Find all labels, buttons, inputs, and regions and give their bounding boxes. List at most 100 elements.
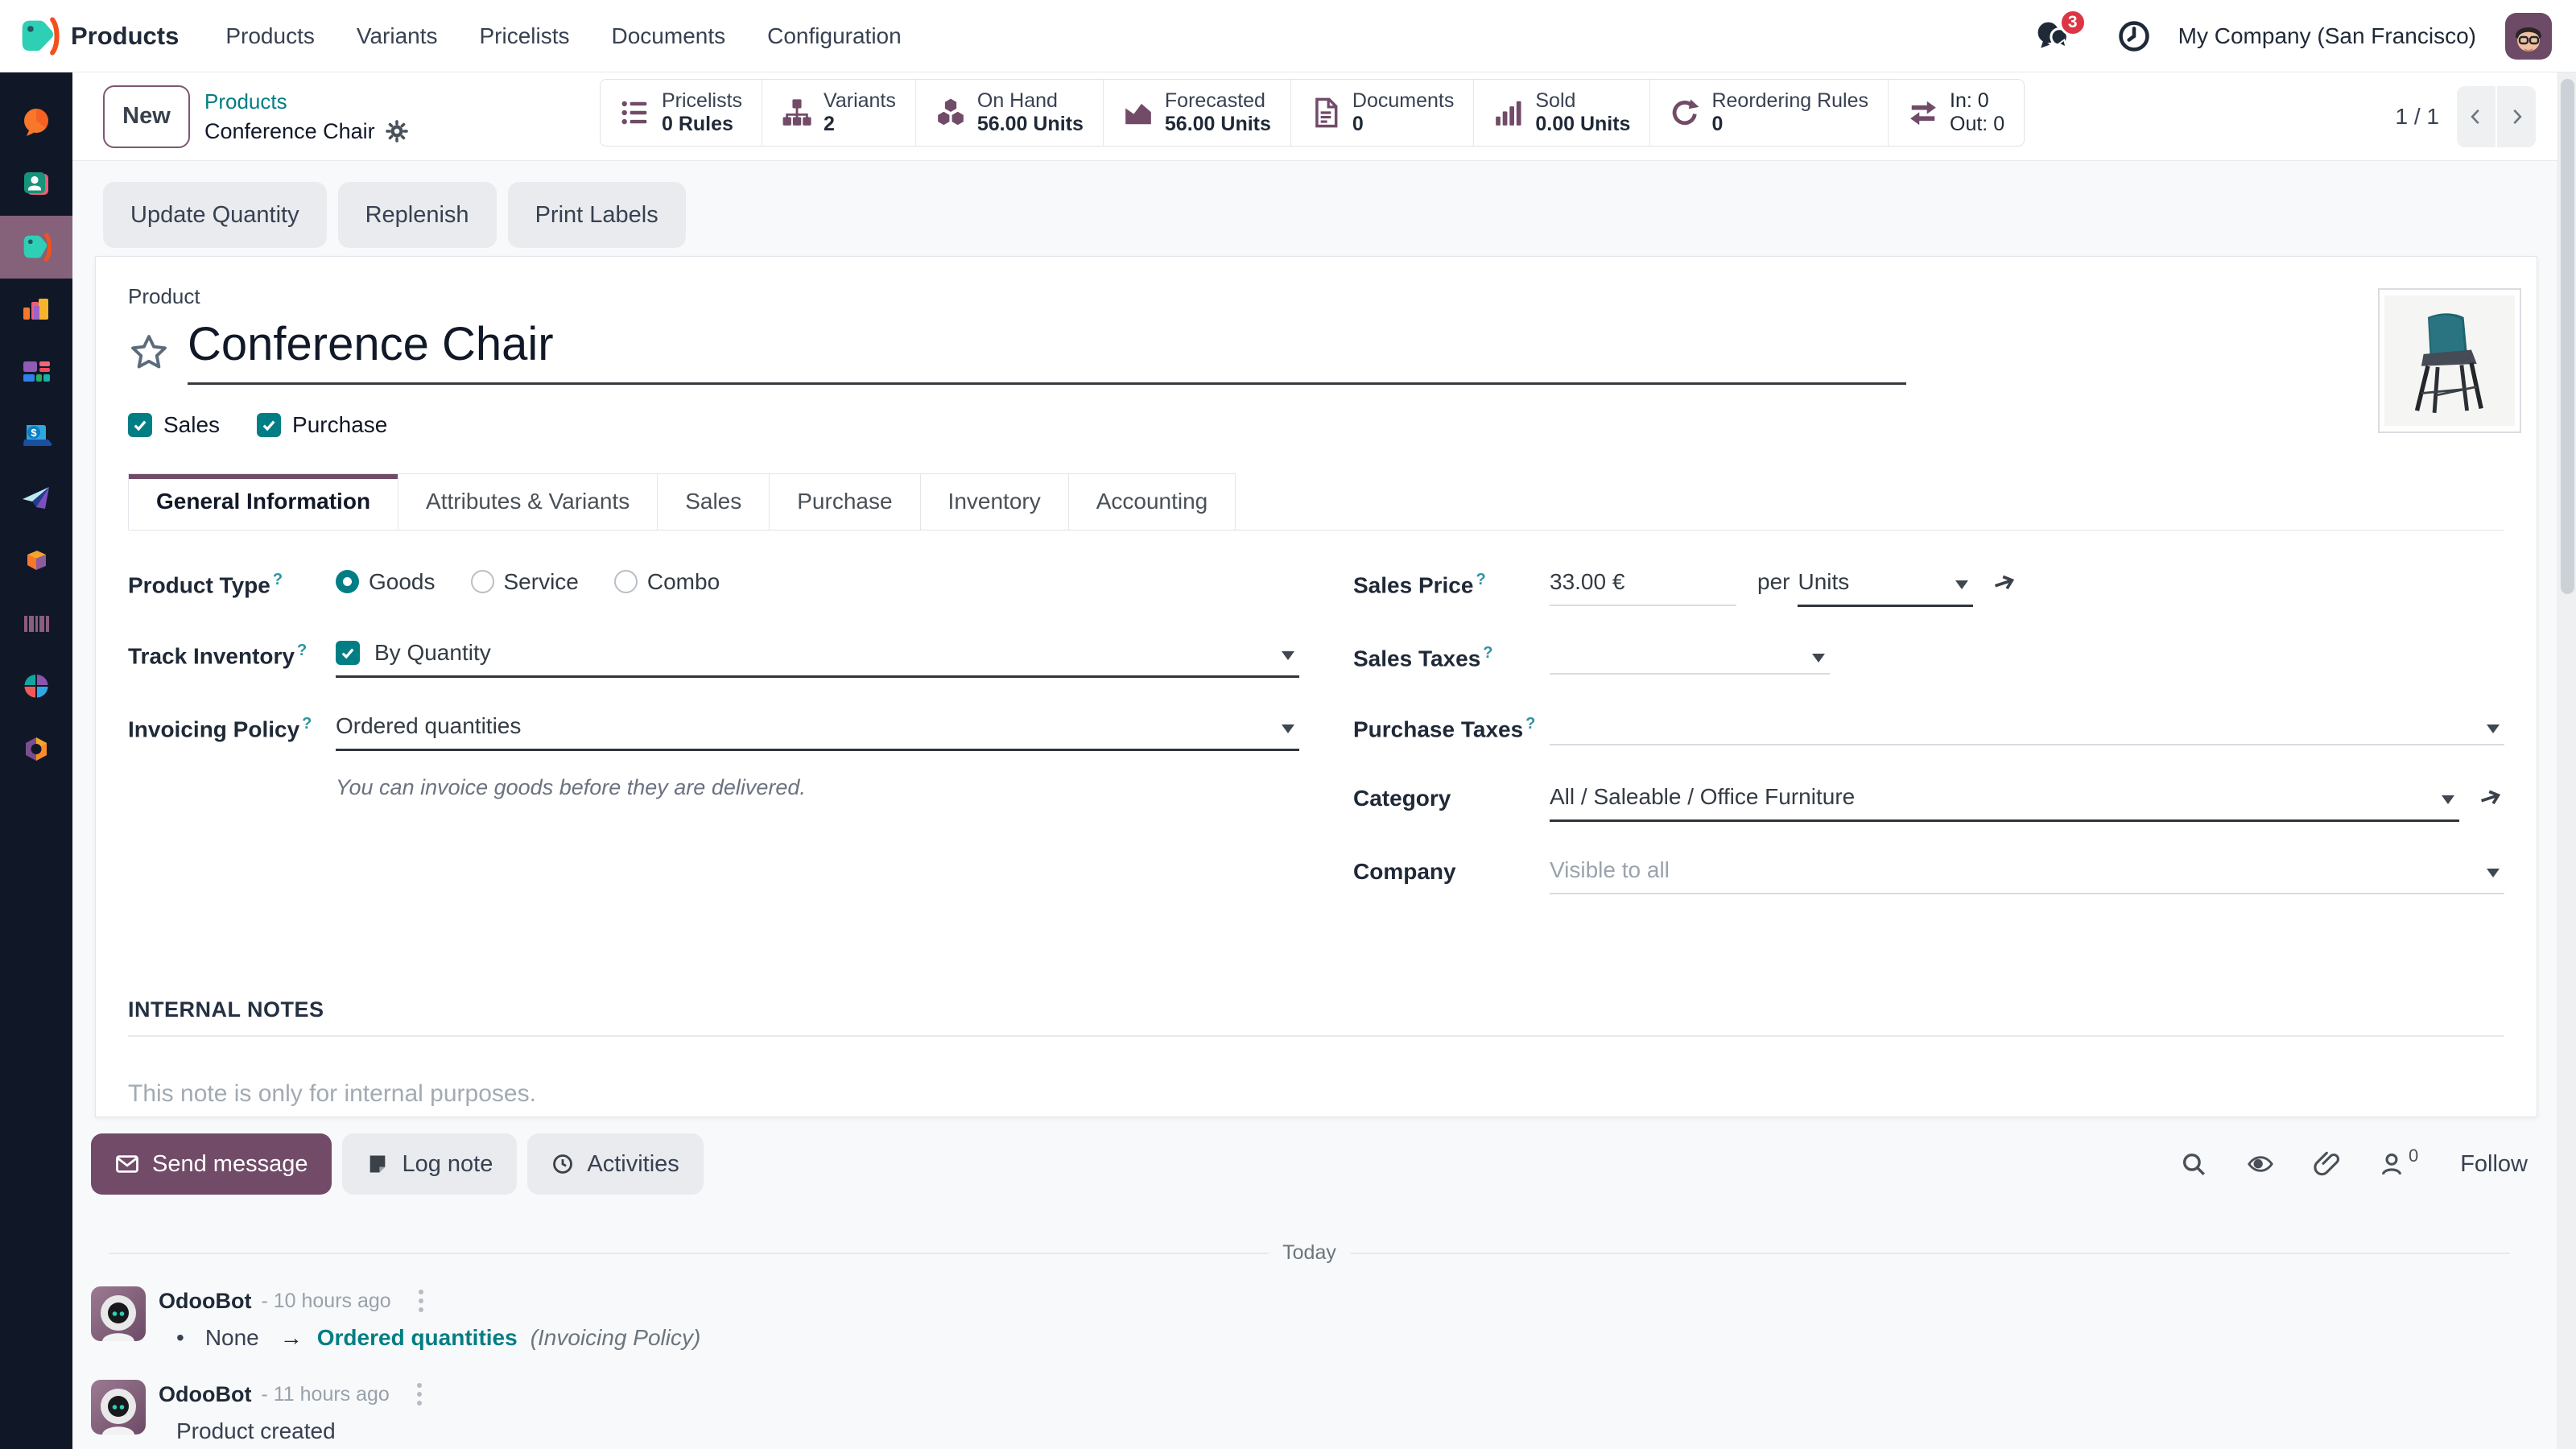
odoobot-avatar[interactable] [91,1380,146,1435]
stat-label: Variants [824,89,896,113]
menu-configuration[interactable]: Configuration [767,23,902,49]
field-label-category: Category [1353,784,1550,811]
eye-icon[interactable] [2244,1150,2277,1178]
company-switcher[interactable]: My Company (San Francisco) [2178,23,2476,49]
message-author[interactable]: OdooBot [159,1289,251,1314]
kebab-menu-icon[interactable] [414,1380,425,1409]
favorite-star-icon[interactable] [128,332,170,374]
tab-accounting[interactable]: Accounting [1069,473,1236,530]
radio-service[interactable]: Service [471,569,579,595]
activities-clock-icon[interactable] [2117,19,2151,53]
sidebar-item-barcode[interactable] [0,592,72,655]
radio-goods[interactable]: Goods [336,569,436,595]
product-image[interactable] [2378,288,2521,433]
sidebar-item-contacts[interactable] [0,153,72,216]
followers-count: 0 [2409,1146,2418,1166]
checkbox-checked-icon[interactable] [336,641,360,665]
sidebar-item-email-marketing[interactable] [0,467,72,530]
tab-attributes-variants[interactable]: Attributes & Variants [398,473,658,530]
discuss-icon [19,104,54,139]
category-select[interactable]: All / Saleable / Office Furniture [1550,784,2459,822]
sales-taxes-select[interactable] [1550,642,1830,675]
tab-inventory[interactable]: Inventory [921,473,1069,530]
products-tag-icon [18,229,55,266]
internal-link-arrow-icon[interactable] [2477,784,2504,811]
product-title-input[interactable]: Conference Chair [188,320,1906,369]
bullet: • [176,1325,184,1351]
sidebar-item-dashboards[interactable] [0,341,72,404]
new-button[interactable]: New [103,85,190,148]
replenish-button[interactable]: Replenish [338,182,497,248]
new-value-link[interactable]: Ordered quantities [317,1325,518,1351]
track-inventory-select[interactable]: By Quantity [336,640,1299,678]
odoo-tag-logo-icon[interactable] [14,13,61,60]
internal-notes-input[interactable]: This note is only for internal purposes. [128,1080,2504,1108]
menu-pricelists[interactable]: Pricelists [480,23,570,49]
company-select[interactable]: Visible to all [1550,857,2504,894]
sales-checkbox[interactable]: Sales [128,412,220,438]
search-messages-icon[interactable] [2180,1150,2207,1178]
stat-button-in-out[interactable]: In: 0 Out: 0 [1889,80,2024,146]
breadcrumb-parent[interactable]: Products [204,89,409,114]
pager-next-button[interactable] [2497,86,2536,147]
pager: 1 / 1 [2396,104,2439,130]
contacts-icon [19,167,54,202]
field-label-invoicing-policy: Invoicing Policy? [128,713,336,742]
odoobot-avatar[interactable] [91,1286,146,1341]
activities-button[interactable]: Activities [527,1133,703,1195]
sidebar-item-manufacturing[interactable] [0,718,72,781]
tab-purchase[interactable]: Purchase [770,473,920,530]
log-note-button[interactable]: Log note [342,1133,517,1195]
messages-icon[interactable]: 3 [2033,19,2070,54]
scrollbar-thumb[interactable] [2561,79,2574,594]
purchase-taxes-select[interactable] [1550,713,2504,745]
message-author[interactable]: OdooBot [159,1382,251,1407]
update-quantity-button[interactable]: Update Quantity [103,182,327,248]
menu-variants[interactable]: Variants [357,23,438,49]
sidebar-item-analytics[interactable] [0,655,72,718]
app-name: Products [71,22,179,51]
sidebar-item-sales[interactable] [0,279,72,341]
sidebar-item-discuss[interactable] [0,90,72,153]
sidebar-item-products-active[interactable] [0,216,72,279]
stat-button-pricelists[interactable]: Pricelists 0 Rules [601,80,762,146]
stat-button-documents[interactable]: Documents 0 [1291,80,1474,146]
send-message-button[interactable]: Send message [91,1133,332,1195]
stat-button-on-hand[interactable]: On Hand 56.00 Units [916,80,1104,146]
help-icon[interactable]: ? [297,642,307,659]
tab-sales[interactable]: Sales [658,473,770,530]
user-avatar[interactable] [2505,13,2552,60]
stat-button-forecasted[interactable]: Forecasted 56.00 Units [1104,80,1291,146]
gear-icon[interactable] [385,119,409,143]
sales-price-input[interactable]: 33.00 € [1550,569,1736,606]
stat-button-sold[interactable]: Sold 0.00 Units [1474,80,1650,146]
stat-value: 56.00 Units [977,113,1084,136]
help-icon[interactable]: ? [1483,644,1492,662]
kebab-menu-icon[interactable] [415,1286,427,1315]
chevron-down-icon [2487,724,2500,733]
print-labels-button[interactable]: Print Labels [508,182,686,248]
exchange-icon [1908,97,1938,128]
tab-general-information[interactable]: General Information [128,473,398,530]
pager-previous-button[interactable] [2457,86,2496,147]
uom-select[interactable]: Units [1798,569,1973,607]
followers-icon[interactable]: 0 [2378,1150,2418,1178]
help-icon[interactable]: ? [302,715,312,733]
help-icon[interactable]: ? [1525,715,1535,733]
purchase-checkbox[interactable]: Purchase [257,412,387,438]
chevron-down-icon [2487,869,2500,877]
stat-button-variants[interactable]: Variants 2 [762,80,916,146]
menu-documents[interactable]: Documents [612,23,726,49]
menu-products[interactable]: Products [225,23,315,49]
follow-button[interactable]: Follow [2460,1151,2528,1178]
product-type-radio-group: Goods Service Combo [336,569,720,595]
invoicing-policy-select[interactable]: Ordered quantities [336,713,1299,751]
internal-link-arrow-icon[interactable] [1991,569,2018,597]
paperclip-icon[interactable] [2314,1150,2341,1178]
sidebar-item-inventory[interactable] [0,530,72,592]
help-icon[interactable]: ? [273,571,283,588]
radio-combo[interactable]: Combo [614,569,720,595]
sidebar-item-billing[interactable]: $ [0,404,72,467]
stat-button-reordering-rules[interactable]: Reordering Rules 0 [1650,80,1889,146]
help-icon[interactable]: ? [1476,571,1485,588]
